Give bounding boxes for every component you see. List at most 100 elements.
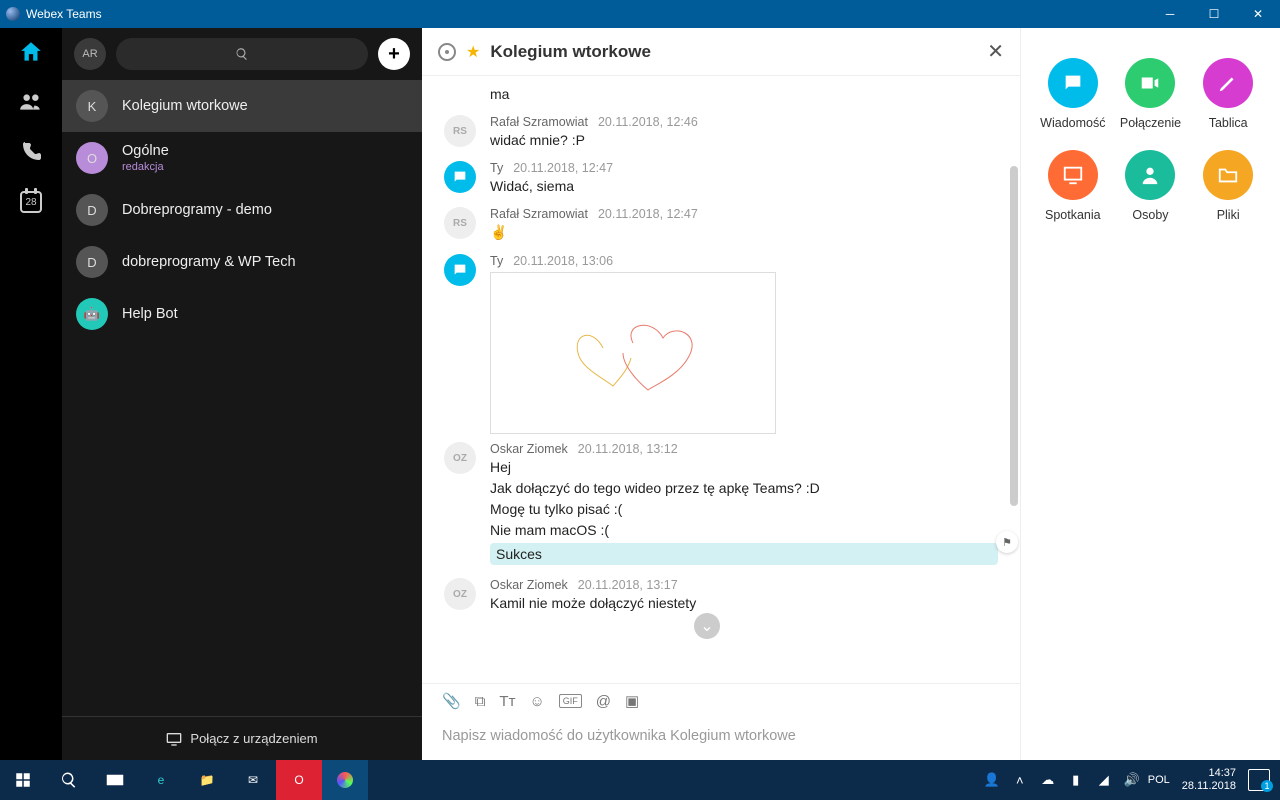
panel-action-video[interactable]: Połączenie — [1117, 58, 1185, 130]
message-text: Widać, siema — [490, 178, 998, 194]
message: Ty 20.11.2018, 13:06 — [422, 250, 1020, 438]
screenshot-icon[interactable]: ⧉ — [475, 693, 486, 710]
message-list[interactable]: maRSRafał Szramowiat20.11.2018, 12:46wid… — [422, 76, 1020, 683]
mail-icon[interactable]: ✉ — [230, 760, 276, 800]
start-button[interactable] — [0, 760, 46, 800]
explorer-icon[interactable]: 📁 — [184, 760, 230, 800]
message-text: Kamil nie może dołączyć niestety — [490, 595, 998, 611]
volume-tray-icon[interactable]: 🔊 — [1120, 760, 1144, 800]
person-icon — [1125, 150, 1175, 200]
panel-action-label: Tablica — [1209, 116, 1248, 130]
room-item[interactable]: 🤖 Help Bot — [62, 288, 422, 340]
composer-placeholder: Napisz wiadomość do użytkownika Kolegium… — [442, 728, 1000, 744]
attach-icon[interactable]: 📎 — [442, 692, 461, 710]
panel-action-screen[interactable]: Spotkania — [1039, 150, 1107, 222]
message-author: Rafał Szramowiat — [490, 115, 588, 129]
chat-panel: ★ Kolegium wtorkowe ✕ ma RS Rafał Szramowi… — [422, 28, 1020, 760]
close-chat-icon[interactable]: ✕ — [987, 39, 1004, 64]
people-tray-icon[interactable]: 👤 — [980, 760, 1004, 800]
user-avatar[interactable]: AR — [74, 38, 106, 70]
edge-icon[interactable]: e — [138, 760, 184, 800]
message-time: 20.11.2018, 12:47 — [513, 161, 613, 175]
home-icon[interactable] — [17, 38, 45, 66]
message-author: Ty — [490, 254, 503, 268]
battery-tray-icon[interactable]: ▮ — [1064, 760, 1088, 800]
message-avatar: OZ — [444, 578, 476, 610]
window-title: Webex Teams — [26, 7, 1148, 21]
panel-action-label: Wiadomość — [1040, 116, 1105, 130]
window-titlebar: Webex Teams ─ ☐ ✕ — [0, 0, 1280, 28]
message-image[interactable] — [490, 272, 776, 434]
format-icon[interactable]: Tт — [499, 693, 515, 710]
person-card-icon[interactable]: ▣ — [625, 692, 639, 710]
onedrive-tray-icon[interactable]: ☁ — [1036, 760, 1060, 800]
scrollbar[interactable] — [1010, 166, 1018, 506]
connect-device-button[interactable]: Połącz z urządzeniem — [62, 716, 422, 760]
message: OZOskar Ziomek20.11.2018, 13:12HejJak do… — [422, 438, 1020, 574]
highlighted-message[interactable]: Sukces⚑ — [490, 543, 998, 565]
room-avatar: K — [76, 90, 108, 122]
scroll-down-button[interactable]: ⌄ — [694, 613, 720, 639]
message: OZOskar Ziomek20.11.2018, 13:17Kamil nie… — [422, 574, 1020, 620]
room-name: dobreprogramy & WP Tech — [122, 254, 296, 270]
panel-action-label: Połączenie — [1120, 116, 1181, 130]
message-time: 20.11.2018, 13:06 — [513, 254, 613, 268]
msg-icon — [1048, 58, 1098, 108]
panel-action-label: Pliki — [1217, 208, 1240, 222]
message-avatar: RS — [444, 115, 476, 147]
room-avatar: O — [76, 142, 108, 174]
message-avatar — [444, 161, 476, 193]
message-text: Hej — [490, 459, 998, 475]
settings-icon[interactable] — [438, 43, 456, 61]
webex-taskbar-icon[interactable] — [322, 760, 368, 800]
taskview-icon[interactable] — [92, 760, 138, 800]
close-button[interactable]: ✕ — [1236, 0, 1280, 28]
panel-action-pen[interactable]: Tablica — [1194, 58, 1262, 130]
panel-action-person[interactable]: Osoby — [1117, 150, 1185, 222]
emoji-icon[interactable]: ☺ — [529, 693, 544, 710]
wifi-tray-icon[interactable]: ◢ — [1092, 760, 1116, 800]
room-item[interactable]: D Dobreprogramy - demo — [62, 184, 422, 236]
composer[interactable]: Napisz wiadomość do użytkownika Kolegium… — [422, 718, 1020, 760]
message-time: 20.11.2018, 13:12 — [578, 442, 678, 456]
room-name: Kolegium wtorkowe — [122, 98, 248, 114]
room-item[interactable]: OOgólneredakcja — [62, 132, 422, 184]
chat-header: ★ Kolegium wtorkowe ✕ — [422, 28, 1020, 76]
minimize-button[interactable]: ─ — [1148, 0, 1192, 28]
room-item[interactable]: K Kolegium wtorkowe — [62, 80, 422, 132]
flag-icon[interactable]: ⚑ — [996, 531, 1018, 553]
room-name: Dobreprogramy - demo — [122, 202, 272, 218]
gif-icon[interactable]: GIF — [559, 694, 582, 708]
calls-icon[interactable] — [17, 138, 45, 166]
taskbar-clock[interactable]: 14:37 28.11.2018 — [1174, 767, 1244, 793]
message-text: ma — [490, 86, 509, 102]
room-name: Help Bot — [122, 306, 178, 322]
action-center-icon[interactable] — [1248, 769, 1270, 791]
tray-chevron-icon[interactable]: ˄ — [1008, 760, 1032, 800]
app-logo — [6, 7, 20, 21]
taskbar[interactable]: e 📁 ✉ O 👤 ˄ ☁ ▮ ◢ 🔊 POL 14:37 28.11.2018 — [0, 760, 1280, 800]
message-author: Oskar Ziomek — [490, 578, 568, 592]
sidebar: AR + KKolegium wtorkoweOOgólneredakcjaDD… — [62, 28, 422, 760]
room-avatar: 🤖 — [76, 298, 108, 330]
search-input[interactable] — [116, 38, 368, 70]
panel-action-label: Spotkania — [1045, 208, 1101, 222]
panel-action-folder[interactable]: Pliki — [1194, 150, 1262, 222]
panel-action-msg[interactable]: Wiadomość — [1039, 58, 1107, 130]
maximize-button[interactable]: ☐ — [1192, 0, 1236, 28]
favorite-star-icon[interactable]: ★ — [466, 42, 480, 62]
teams-icon[interactable] — [17, 88, 45, 116]
message-avatar: OZ — [444, 442, 476, 474]
screen-icon — [1048, 150, 1098, 200]
message-author: Ty — [490, 161, 503, 175]
opera-icon[interactable]: O — [276, 760, 322, 800]
lang-indicator[interactable]: POL — [1148, 760, 1170, 800]
calendar-icon[interactable]: 28 — [17, 188, 45, 216]
room-avatar: D — [76, 246, 108, 278]
add-button[interactable]: + — [378, 38, 410, 70]
mention-icon[interactable]: @ — [596, 693, 611, 710]
room-item[interactable]: Ddobreprogramy & WP Tech — [62, 236, 422, 288]
room-avatar: D — [76, 194, 108, 226]
composer-toolbar: 📎 ⧉ Tт ☺ GIF @ ▣ — [422, 683, 1020, 718]
search-taskbar-icon[interactable] — [46, 760, 92, 800]
